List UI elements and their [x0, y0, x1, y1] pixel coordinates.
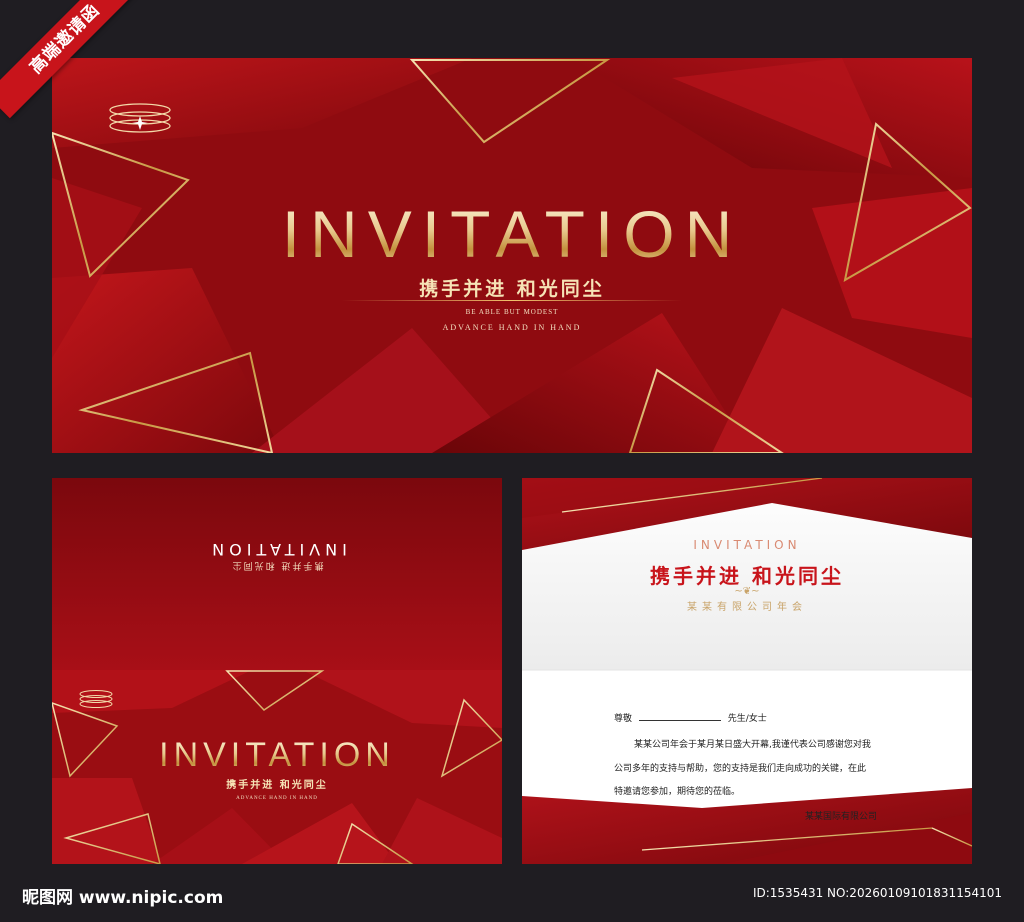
mini-cover-sub: ADVANCE HAND IN HAND — [236, 796, 318, 801]
recipient-name-blank[interactable] — [638, 711, 721, 721]
cover-sub-line-2: ADVANCE HAND IN HAND — [442, 323, 582, 332]
cover-sub-line-1: BE ABLE BUT MODEST — [465, 308, 559, 316]
invitation-cover-panel: INVITATION 携手并进 和光同尘 BE ABLE BUT MODEST … — [52, 58, 972, 453]
letter-org: 某某有限公司年会 — [687, 602, 807, 613]
mirrored-title: INVITATION — [207, 540, 347, 559]
cover-slogan: 携手并进 和光同尘 — [419, 278, 605, 300]
mini-cover-slogan: 携手并进 和光同尘 — [226, 780, 328, 791]
letter-body-line-1: 某某公司年会于某月某日盛大开幕,我谨代表公司感谢您对我 — [634, 740, 871, 750]
cover-title: INVITATION — [52, 196, 972, 272]
letter-body-line-3: 特邀请您参加，期待您的莅临。 — [614, 787, 741, 797]
invitation-letter-panel: INVITATION 携手并进 和光同尘 ~❦~ 某某有限公司年会 尊敬 先生/… — [522, 478, 972, 864]
site-watermark: 昵图网 www.nipic.com — [22, 888, 224, 908]
image-id-text: ID:1535431 NO:20260109101831154101 — [752, 886, 1002, 900]
mirrored-slogan: 携手并进 和光同尘 — [230, 560, 324, 570]
mini-cover-title: INVITATION — [52, 736, 502, 775]
letter-background-art — [522, 478, 972, 864]
letter-eyebrow: INVITATION — [693, 538, 801, 552]
letter-signature: 某某国际有限公司 — [805, 812, 878, 822]
title-suffix: 先生/女士 — [727, 714, 767, 724]
letter-body-line-2: 公司多年的支持与帮助，您的支持是我们走向成功的关键，在此 — [614, 764, 867, 774]
inside-fold-background-art — [52, 478, 502, 864]
ornament-divider: ~❦~ — [734, 586, 760, 597]
invitation-inside-fold-panel: INVITATION 携手并进 和光同尘 INVITATION 携手并进 和光同… — [52, 478, 502, 864]
salutation-label: 尊敬 — [614, 714, 633, 724]
letter-heading: 携手并进 和光同尘 — [650, 564, 844, 588]
letter-salutation-row: 尊敬 先生/女士 — [614, 711, 767, 724]
cover-gold-divider — [342, 300, 682, 301]
